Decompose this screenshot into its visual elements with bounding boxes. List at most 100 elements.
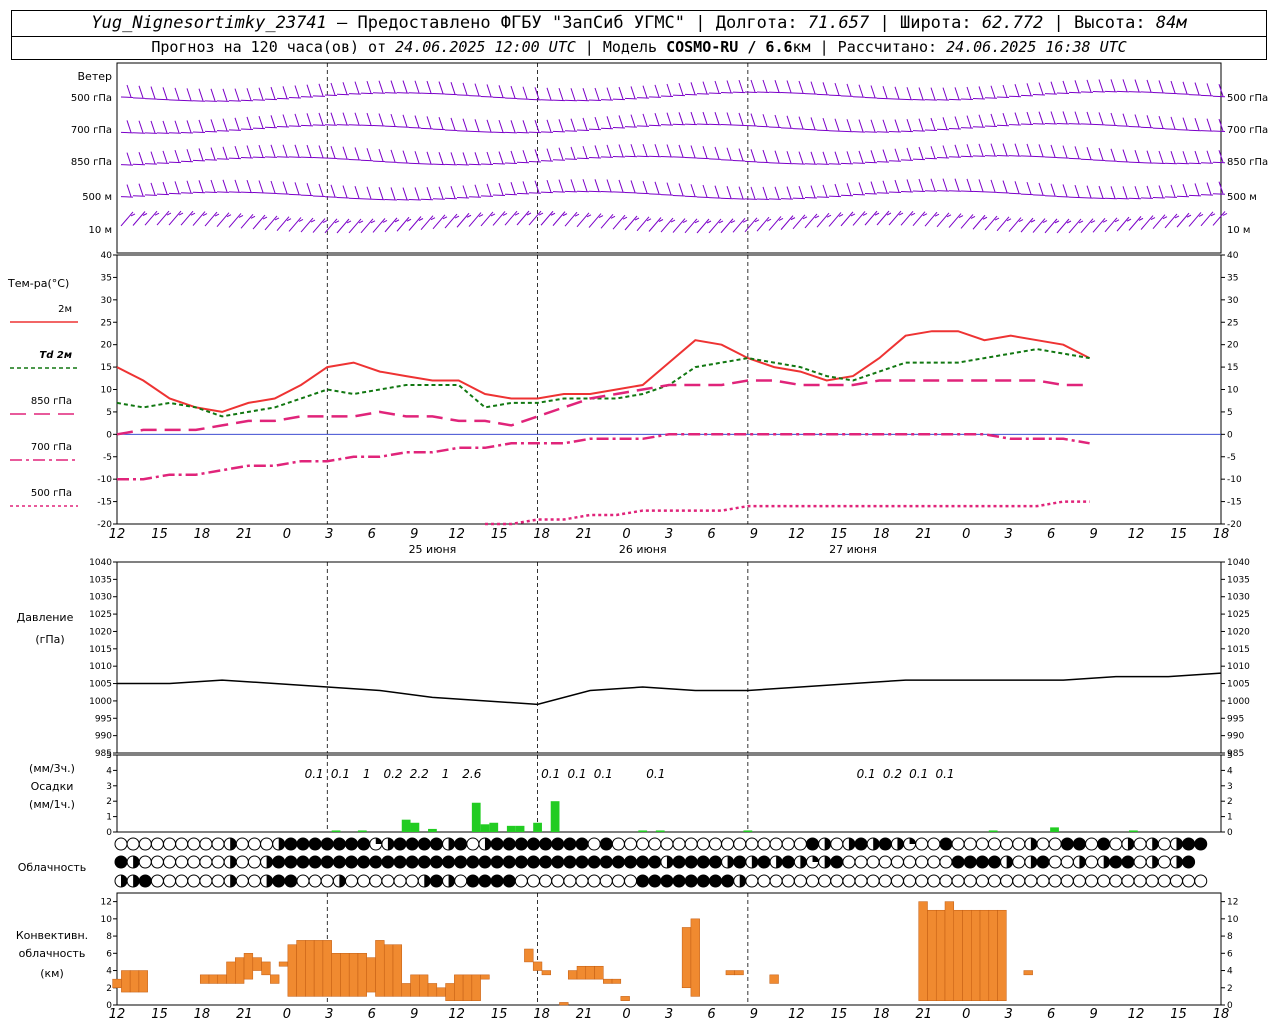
wind-barb [504,162,518,164]
wind-barb [336,124,350,126]
wind-barb-feather [558,119,564,132]
wind-barb [1200,162,1214,164]
wind-barb-feather [186,120,192,133]
cloud-symbol-clear [951,874,965,888]
convective-bar [270,974,280,984]
wind-barb-feather [630,144,636,157]
wind-barb-feather [378,148,384,162]
wind-barb [384,125,398,128]
wind-barb-feather [906,119,912,132]
wind-barb-feather [834,151,840,164]
wind-barb [804,213,818,229]
cloud-symbol-clear [1072,874,1086,888]
wind-barb [576,157,590,160]
cloud-symbol-clear [320,874,334,888]
wind-barb-feather [798,185,804,199]
wind-barb-feather [1122,186,1128,199]
wind-barb-feather [1062,145,1068,158]
cloud-symbol-overcast [878,837,892,851]
wind-barb [144,132,158,134]
convective-axis-tick-label-right: 12 [1227,898,1238,908]
hour-tick-label: 9 [1089,527,1097,542]
convective-bar [988,909,998,1001]
wind-barb [912,99,926,101]
hour-tick-label: 3 [325,527,333,542]
wind-barb [864,193,878,195]
cloud-symbol-overcast [1060,837,1074,851]
wind-barb-feather [774,114,780,128]
wind-barb-feather [690,184,696,197]
wind-barb [600,156,614,158]
cloud-symbol-clear [939,855,953,869]
cloud-symbol-overcast [648,874,662,888]
wind-barb [936,212,950,228]
cloud-symbol-clear [138,855,152,869]
hour-tick-label: 12 [448,527,465,542]
precip-axis-tick-label-left: 5 [106,751,112,761]
wind-barb [564,158,578,160]
wind-barb [168,99,182,101]
wind-barb [1008,192,1022,195]
wind-barb [132,195,146,197]
wind-barb-feather [330,145,336,159]
wind-barb [564,190,578,193]
wind-barb-feather [1062,184,1068,197]
precip-bar [1050,827,1059,832]
wind-barb [720,91,734,94]
wind-barb-feather [1014,112,1020,125]
wind-barb-feather [426,151,432,164]
wind-barb-feather [1194,150,1200,164]
cloud-symbol-clear [587,874,601,888]
wind-barb [528,192,542,194]
wind-barb [996,192,1010,194]
wind-barb [876,97,890,100]
wind-barb-feather [138,120,144,133]
wind-barb [672,156,686,158]
wind-barb [588,213,602,228]
cloud-symbol-clear [1085,855,1099,869]
temp-axis-tick-label-left: 35 [101,273,112,283]
wind-barb [972,126,986,128]
cloud-symbol-overcast [308,855,322,869]
hour-tick-label: 9 [1089,1007,1097,1022]
cloud-symbol-overcast [963,855,977,869]
cloud-symbol-clear [878,855,892,869]
wind-barb-feather [834,82,840,96]
wind-barb-feather [690,111,696,125]
wind-barb-feather [1026,181,1032,195]
wind-barb-feather [150,151,156,164]
precip-3h-label: 0.1 [935,767,954,781]
temp-axis-tick-label-right: -5 [1227,453,1236,463]
cloud-symbol-clear [150,874,164,888]
wind-barb [672,123,686,126]
wind-barb-feather [1014,84,1020,97]
wind-barb [792,163,806,165]
wind-barb-feather [270,86,276,100]
wind-barb [1116,90,1130,93]
wind-barb [1044,93,1058,95]
wind-barb [120,211,134,227]
hour-tick-label: 18 [533,1007,550,1022]
convective-bar [199,974,210,984]
wind-barb-feather [666,112,672,125]
wind-barb-feather [282,181,288,194]
wind-barb-feather [150,120,156,134]
cloud-symbol-clear [1048,855,1062,869]
wind-barb [756,125,770,128]
wind-barb [264,192,278,194]
wind-barb [1212,130,1226,132]
wind-barb-feather [402,114,408,127]
convective-bar [603,978,613,984]
cloud-symbol-overcast [138,874,152,888]
wind-barb [300,194,314,197]
wind-barb [588,99,602,101]
cloud-symbol-overcast [332,855,346,869]
cloud-symbol-clear [369,874,383,888]
wind-barb [756,216,770,232]
wind-barb-feather [174,120,180,133]
cloud-symbol-overcast [672,855,686,869]
cloud-symbol-half-fill [751,856,758,868]
wind-barb [432,128,446,131]
wind-barb [1188,162,1202,165]
precip-3h-label: 1 [363,767,371,781]
